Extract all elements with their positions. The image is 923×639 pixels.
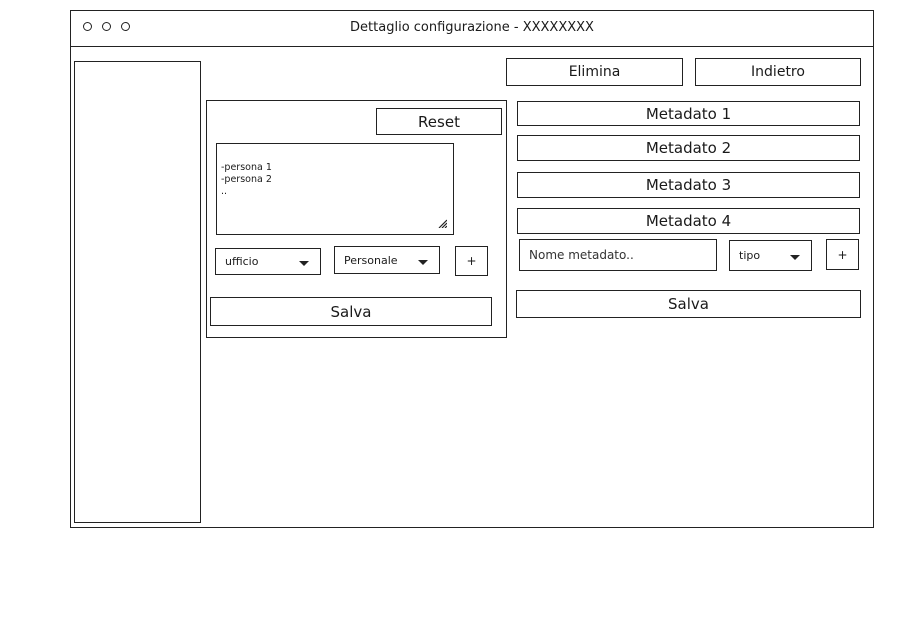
metadata-type-select[interactable]: tipo <box>729 240 812 271</box>
metadata-name-input[interactable]: Nome metadato.. <box>519 239 717 271</box>
persons-save-button[interactable]: Salva <box>210 297 492 326</box>
reset-button[interactable]: Reset <box>376 108 502 135</box>
metadata-item[interactable]: Metadato 2 <box>517 135 860 161</box>
resize-handle-icon[interactable] <box>437 218 447 228</box>
metadata-item[interactable]: Metadato 1 <box>517 101 860 126</box>
title-bar: Dettaglio configurazione - XXXXXXXX <box>71 11 873 47</box>
metadata-type-select-value: tipo <box>739 249 761 262</box>
metadata-save-button[interactable]: Salva <box>516 290 861 318</box>
personal-select-value: Personale <box>344 253 398 267</box>
metadata-item[interactable]: Metadato 3 <box>517 172 860 198</box>
chevron-down-icon <box>418 260 428 265</box>
back-button[interactable]: Indietro <box>695 58 861 86</box>
persons-textarea[interactable]: -persona 1 -persona 2 .. <box>216 143 454 235</box>
personal-select[interactable]: Personale <box>334 246 440 274</box>
chevron-down-icon <box>790 255 800 260</box>
delete-button[interactable]: Elimina <box>506 58 683 86</box>
window-title: Dettaglio configurazione - XXXXXXXX <box>350 20 594 35</box>
add-metadata-button[interactable]: + <box>826 239 859 270</box>
chevron-down-icon <box>299 261 309 266</box>
metadata-item[interactable]: Metadato 4 <box>517 208 860 234</box>
persons-textarea-value: -persona 1 -persona 2 .. <box>221 162 272 197</box>
office-select[interactable]: ufficio <box>215 248 321 275</box>
add-person-button[interactable]: + <box>455 246 488 276</box>
sidebar <box>74 61 201 523</box>
metadata-name-placeholder: Nome metadato.. <box>529 248 634 262</box>
office-select-value: ufficio <box>225 255 259 268</box>
